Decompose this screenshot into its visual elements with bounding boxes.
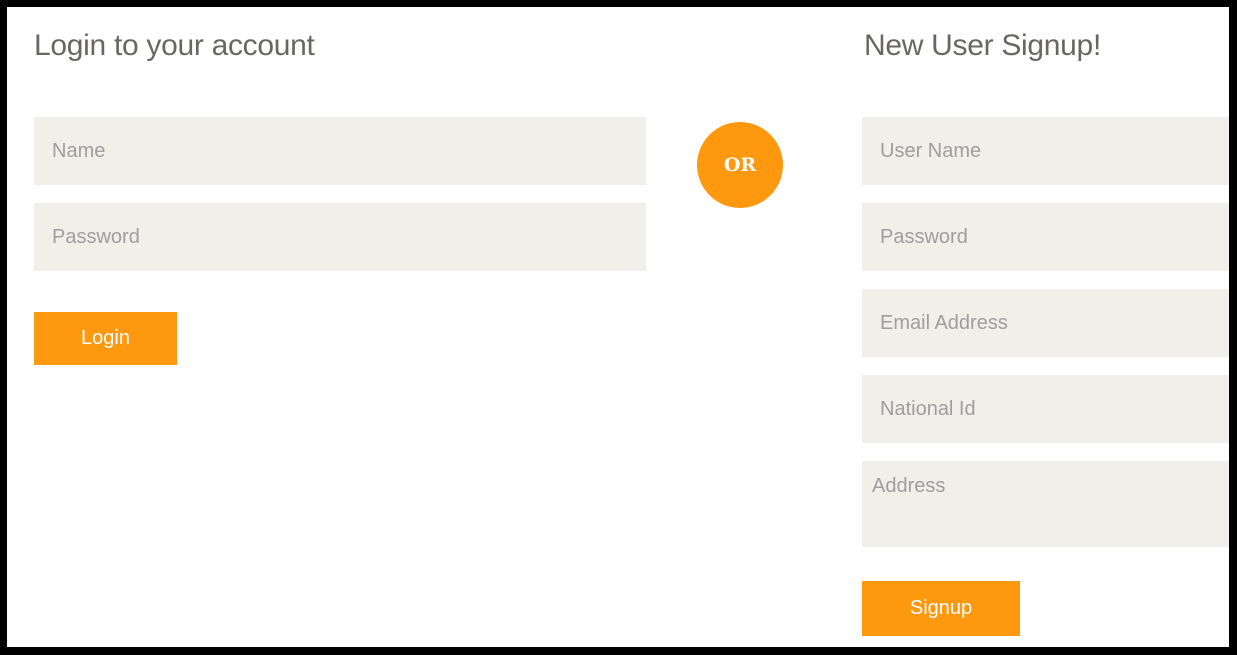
login-title: Login to your account bbox=[34, 29, 315, 62]
login-name-input[interactable] bbox=[34, 117, 646, 185]
login-password-input[interactable] bbox=[34, 203, 646, 271]
signup-button[interactable]: Signup bbox=[862, 581, 1020, 636]
signup-title: New User Signup! bbox=[864, 29, 1101, 62]
signup-national-id-input[interactable] bbox=[862, 375, 1229, 443]
page-frame: Login to your account Login OR New User … bbox=[7, 7, 1229, 647]
signup-username-input[interactable] bbox=[862, 117, 1229, 185]
signup-password-input[interactable] bbox=[862, 203, 1229, 271]
signup-address-textarea[interactable] bbox=[862, 461, 1229, 547]
signup-email-input[interactable] bbox=[862, 289, 1229, 357]
login-button[interactable]: Login bbox=[34, 312, 177, 365]
or-divider-badge: OR bbox=[697, 122, 783, 208]
